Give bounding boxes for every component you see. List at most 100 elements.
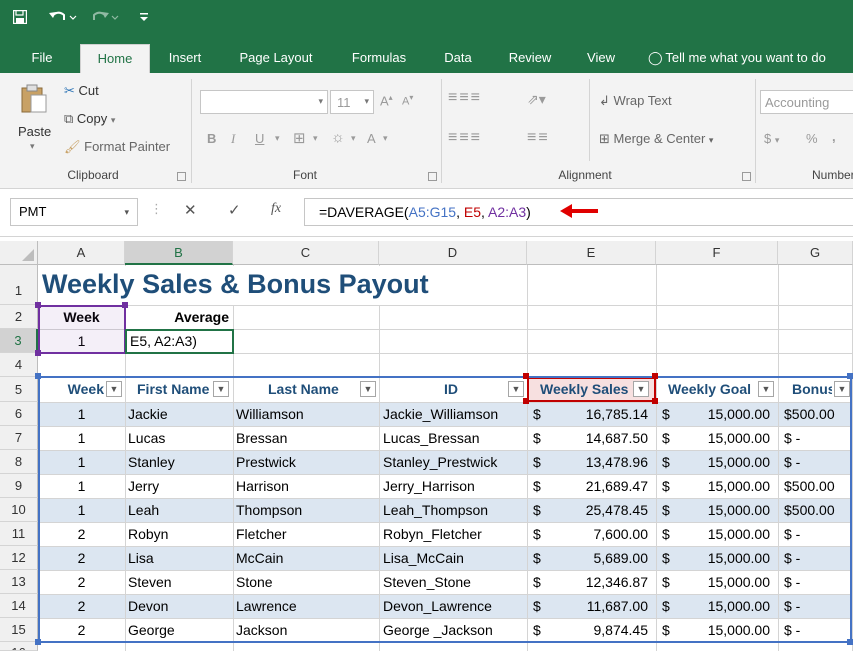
name-box[interactable]: PMT ▾	[10, 198, 138, 226]
formula-suffix: )	[526, 204, 531, 220]
range-handle[interactable]	[652, 398, 658, 404]
row-header-13[interactable]: 13	[0, 570, 38, 594]
number-format-value: Accounting	[765, 95, 830, 110]
orientation-icon[interactable]: ⇗▾	[527, 91, 546, 108]
paste-icon[interactable]	[18, 83, 52, 113]
save-icon[interactable]	[8, 6, 32, 28]
shrink-font-button[interactable]: A▾	[402, 93, 413, 108]
row-header-11[interactable]: 11	[0, 522, 38, 546]
tab-view[interactable]: View	[576, 44, 626, 73]
red-arrow-annotation-icon	[560, 204, 598, 218]
align-top-icons[interactable]: ≡≡≡	[448, 89, 482, 107]
tab-home[interactable]: Home	[80, 44, 150, 73]
paste-dropdown-icon[interactable]: ▾	[30, 141, 35, 152]
undo-icon[interactable]	[46, 6, 80, 28]
underline-dropdown-icon[interactable]: ▾	[275, 133, 280, 144]
format-painter-button[interactable]: 🖌 Format Painter	[64, 139, 170, 155]
font-size-box[interactable]: 11 ▾	[330, 90, 374, 114]
merge-center-button[interactable]: ⊞ Merge & Center ▾	[599, 131, 713, 147]
range-handle[interactable]	[35, 302, 41, 308]
group-label-alignment: Alignment	[558, 168, 612, 182]
row-header-8[interactable]: 8	[0, 450, 38, 474]
name-box-value: PMT	[19, 204, 47, 219]
tab-insert[interactable]: Insert	[160, 44, 210, 73]
range-handle[interactable]	[35, 639, 41, 645]
tab-formulas[interactable]: Formulas	[340, 44, 418, 73]
range-handle[interactable]	[847, 639, 853, 645]
row-header-1[interactable]: 1	[0, 265, 38, 305]
column-header-f[interactable]: F	[656, 241, 778, 265]
row-header-10[interactable]: 10	[0, 498, 38, 522]
column-header-d[interactable]: D	[379, 241, 527, 265]
column-header-g[interactable]: G	[778, 241, 853, 265]
range-handle[interactable]	[523, 398, 529, 404]
indent-icons[interactable]: ≡≡	[527, 129, 550, 147]
underline-button[interactable]: U	[255, 131, 264, 146]
comma-button[interactable]: ,	[832, 129, 836, 144]
row-header-7[interactable]: 7	[0, 426, 38, 450]
copy-button[interactable]: ⧉ Copy ▾	[64, 111, 115, 127]
alignment-launcher-icon[interactable]	[742, 172, 751, 181]
row-header-6[interactable]: 6	[0, 402, 38, 426]
active-cell-editing-text: E5, A2:A3)	[130, 333, 197, 349]
formula-sep: ,	[481, 204, 489, 220]
font-color-dropdown-icon[interactable]: ▾	[383, 133, 388, 144]
column-header-e[interactable]: E	[527, 241, 656, 265]
font-size-value: 11	[337, 95, 351, 110]
cancel-button[interactable]: ✕	[184, 201, 197, 219]
row-header-9[interactable]: 9	[0, 474, 38, 498]
fill-color-icon[interactable]: ☼	[331, 129, 345, 146]
borders-icon[interactable]: ⊞	[293, 129, 306, 147]
column-header-b[interactable]: B	[125, 241, 233, 265]
tab-file[interactable]: File	[20, 44, 64, 73]
borders-dropdown-icon[interactable]: ▾	[313, 133, 318, 144]
font-launcher-icon[interactable]	[428, 172, 437, 181]
wrap-text-button[interactable]: ↲ Wrap Text	[599, 93, 672, 109]
range-handle[interactable]	[122, 302, 128, 308]
clipboard-launcher-icon[interactable]	[177, 172, 186, 181]
align-horizontal-icons[interactable]: ≡≡≡	[448, 129, 482, 147]
paste-button[interactable]: Paste	[18, 124, 51, 139]
select-all-button[interactable]	[0, 241, 38, 265]
percent-button[interactable]: %	[806, 131, 818, 146]
font-color-button[interactable]: A	[367, 131, 376, 146]
range-handle[interactable]	[523, 373, 529, 379]
grow-font-button[interactable]: A▴	[380, 93, 393, 108]
tab-data[interactable]: Data	[434, 44, 482, 73]
font-name-box[interactable]: ▾	[200, 90, 328, 114]
row-header-3[interactable]: 3	[0, 329, 38, 353]
number-format-box[interactable]: Accounting	[760, 90, 853, 114]
range-handle[interactable]	[35, 350, 41, 356]
column-header-c[interactable]: C	[233, 241, 379, 265]
row-header-14[interactable]: 14	[0, 594, 38, 618]
column-header-a[interactable]: A	[38, 241, 125, 265]
row-header-2[interactable]: 2	[0, 305, 38, 329]
formula-arg-field: E5	[463, 204, 481, 220]
tab-page-layout[interactable]: Page Layout	[228, 44, 324, 73]
row-header-5[interactable]: 5	[0, 377, 38, 402]
insert-function-button[interactable]: fx	[271, 201, 281, 217]
range-handle[interactable]	[847, 373, 853, 379]
brush-icon: 🖌	[64, 139, 81, 154]
currency-button[interactable]: $ ▾	[764, 131, 779, 146]
ribbon: Paste ▾ ✂ Cut ⧉ Copy ▾ 🖌 Format Painter …	[0, 73, 853, 189]
range-handle[interactable]	[652, 373, 658, 379]
italic-button[interactable]: I	[231, 131, 235, 147]
enter-button[interactable]: ✓	[228, 201, 241, 219]
row-header-16[interactable]: 16	[0, 642, 38, 651]
cut-button[interactable]: ✂ Cut	[64, 83, 99, 99]
row-header-15[interactable]: 15	[0, 618, 38, 642]
tab-review[interactable]: Review	[500, 44, 560, 73]
range-handle[interactable]	[35, 373, 41, 379]
tell-me-box[interactable]: ◯ Tell me what you want to do	[640, 44, 853, 73]
fill-dropdown-icon[interactable]: ▾	[351, 133, 356, 144]
group-label-font: Font	[292, 168, 317, 182]
grip-icon: ⋮	[150, 201, 163, 216]
bold-button[interactable]: B	[207, 131, 216, 146]
row-header-12[interactable]: 12	[0, 546, 38, 570]
title-bar	[0, 0, 853, 34]
redo-icon[interactable]	[88, 6, 122, 28]
customize-icon[interactable]	[136, 6, 152, 28]
criteria-header-average[interactable]: Average	[125, 309, 229, 325]
row-header-4[interactable]: 4	[0, 353, 38, 377]
